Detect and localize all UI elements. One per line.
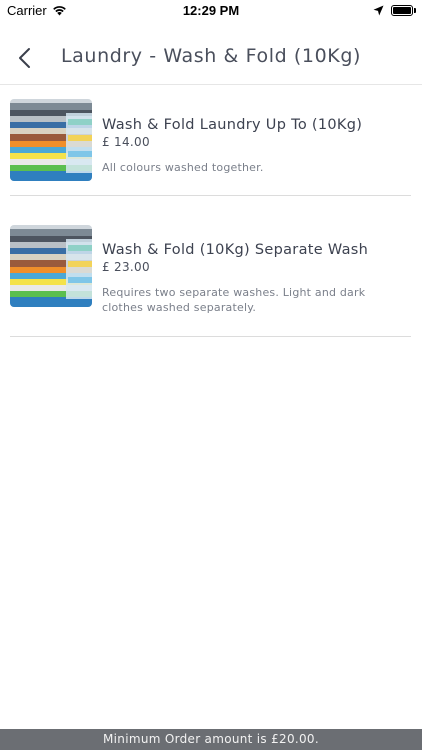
- product-price: £ 14.00: [102, 135, 150, 149]
- minimum-order-banner: Minimum Order amount is £20.00.: [0, 729, 422, 750]
- navigation-bar: Laundry - Wash & Fold (10Kg): [0, 22, 422, 85]
- status-bar: Carrier 12:29 PM: [0, 0, 422, 22]
- product-price: £ 23.00: [102, 260, 150, 274]
- product-image: [10, 99, 92, 181]
- product-name: Wash & Fold (10Kg) Separate Wash: [102, 242, 369, 258]
- location-icon: [373, 5, 384, 16]
- screen: Carrier 12:29 PM Laundry - Wash & Fold (…: [0, 0, 422, 750]
- product-item[interactable]: Wash & Fold Laundry Up To (10Kg) £ 14.00…: [10, 85, 411, 196]
- page-title: Laundry - Wash & Fold (10Kg): [61, 45, 361, 67]
- status-time: 12:29 PM: [182, 3, 240, 18]
- product-description: All colours washed together.: [102, 161, 264, 174]
- battery-icon: [391, 5, 416, 17]
- product-description: Requires two separate washes. Light and …: [102, 286, 366, 314]
- product-image: [10, 225, 92, 307]
- product-item[interactable]: Wash & Fold (10Kg) Separate Wash £ 23.00…: [10, 196, 411, 337]
- product-name: Wash & Fold Laundry Up To (10Kg): [102, 117, 363, 133]
